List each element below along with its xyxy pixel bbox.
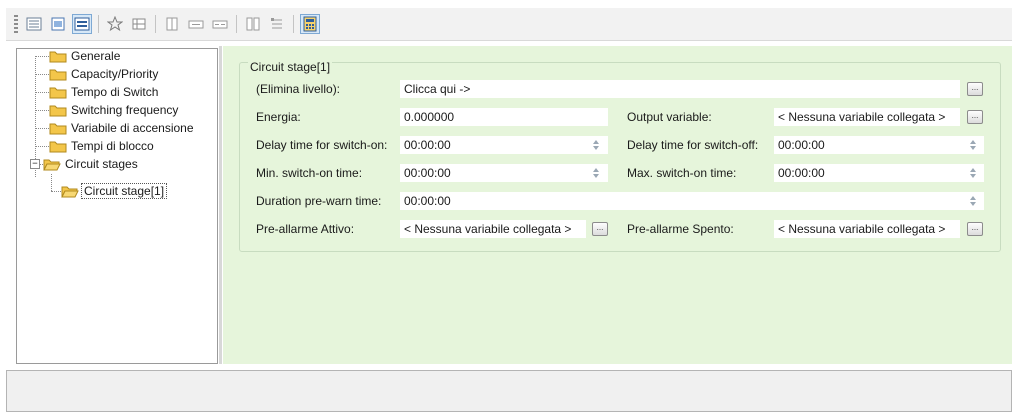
preallarme-spento-field[interactable]: < Nessuna variabile collegata > bbox=[774, 220, 960, 238]
prewarn-time-label: Duration pre-warn time: bbox=[256, 194, 382, 208]
delay-switch-on-label: Delay time for switch-on: bbox=[256, 138, 388, 152]
prewarn-time-spinner[interactable] bbox=[967, 194, 979, 208]
energia-label: Energia: bbox=[256, 110, 301, 124]
folder-open-icon bbox=[43, 159, 61, 171]
folder-icon bbox=[49, 123, 67, 135]
tree-connector bbox=[35, 92, 49, 93]
align-icon[interactable] bbox=[243, 14, 263, 34]
form-view-icon[interactable] bbox=[72, 14, 92, 34]
properties-panel: Circuit stage[1] (Elimina livello): Clic… bbox=[223, 46, 1012, 364]
status-bar bbox=[6, 370, 1012, 412]
tree-view-icon[interactable] bbox=[24, 14, 44, 34]
tree-item-variabile-di-accensione[interactable]: Variabile di accensione bbox=[49, 119, 194, 137]
tree-item-tempo-di-switch[interactable]: Tempo di Switch bbox=[49, 83, 158, 101]
tree-item-label: Variabile di accensione bbox=[71, 121, 194, 135]
preallarme-attivo-label: Pre-allarme Attivo: bbox=[256, 222, 355, 236]
toolbar-separator bbox=[155, 15, 156, 33]
tree-item-label: Circuit stage[1] bbox=[81, 183, 168, 199]
delay-switch-on-spinner[interactable] bbox=[590, 138, 602, 152]
elimina-livello-field[interactable]: Clicca qui -> bbox=[400, 80, 960, 98]
collapse-toggle[interactable]: − bbox=[30, 159, 40, 169]
elimina-livello-label: (Elimina livello): bbox=[256, 82, 341, 96]
min-switch-on-label: Min. switch-on time: bbox=[256, 166, 363, 180]
field-icon[interactable] bbox=[186, 14, 206, 34]
delay-switch-on-field[interactable]: 00:00:00 bbox=[400, 136, 608, 154]
tree-item-capacity-priority[interactable]: Capacity/Priority bbox=[49, 65, 158, 83]
tree-connector bbox=[35, 146, 49, 147]
min-switch-on-field[interactable]: 00:00:00 bbox=[400, 164, 608, 182]
tree-item-label: Switching frequency bbox=[71, 103, 179, 117]
tree-item-switching-frequency[interactable]: Switching frequency bbox=[49, 101, 178, 119]
group-title: Circuit stage[1] bbox=[248, 60, 333, 74]
star-icon[interactable] bbox=[105, 14, 125, 34]
delay-switch-off-spinner[interactable] bbox=[967, 138, 979, 152]
preallarme-attivo-browse-button[interactable]: ... bbox=[592, 222, 608, 236]
folder-icon bbox=[49, 69, 67, 81]
toolbar bbox=[6, 8, 1012, 41]
tree-item-circuit-stage-1[interactable]: Circuit stage[1] bbox=[61, 182, 168, 200]
min-switch-on-spinner[interactable] bbox=[590, 166, 602, 180]
folder-icon bbox=[49, 87, 67, 99]
calculator-icon[interactable] bbox=[300, 14, 320, 34]
output-variable-label: Output variable: bbox=[627, 110, 712, 124]
output-variable-browse-button[interactable]: ... bbox=[967, 110, 983, 124]
settings-tree: Generale Capacity/Priority Tempo di Swit… bbox=[16, 48, 218, 364]
toolbar-separator bbox=[293, 15, 294, 33]
tree-item-generale[interactable]: Generale bbox=[49, 47, 120, 65]
toolbar-separator bbox=[236, 15, 237, 33]
preallarme-spento-browse-button[interactable]: ... bbox=[967, 222, 983, 236]
output-variable-field[interactable]: < Nessuna variabile collegata > bbox=[774, 108, 960, 126]
tree-connector bbox=[51, 191, 61, 192]
delay-switch-off-field[interactable]: 00:00:00 bbox=[774, 136, 984, 154]
folder-icon bbox=[49, 105, 67, 117]
folder-icon bbox=[49, 51, 67, 63]
energia-field[interactable]: 0.000000 bbox=[400, 108, 608, 126]
toolbar-grip[interactable] bbox=[14, 15, 18, 33]
preallarme-attivo-field[interactable]: < Nessuna variabile collegata > bbox=[400, 220, 586, 238]
grid-icon[interactable] bbox=[129, 14, 149, 34]
max-switch-on-spinner[interactable] bbox=[967, 166, 979, 180]
panel-splitter[interactable] bbox=[219, 46, 222, 364]
elimina-livello-browse-button[interactable]: ... bbox=[967, 82, 983, 96]
folder-open-icon bbox=[61, 186, 79, 198]
tree-item-label: Generale bbox=[71, 49, 121, 63]
tree-item-circuit-stages[interactable]: Circuit stages bbox=[43, 155, 138, 173]
max-switch-on-label: Max. switch-on time: bbox=[627, 166, 737, 180]
folder-icon bbox=[49, 141, 67, 153]
tree-item-label: Circuit stages bbox=[65, 157, 138, 171]
tree-connector bbox=[35, 56, 49, 57]
tree-item-label: Capacity/Priority bbox=[71, 67, 159, 81]
tree-connector bbox=[51, 174, 52, 191]
tree-connector bbox=[35, 128, 49, 129]
delay-switch-off-label: Delay time for switch-off: bbox=[627, 138, 759, 152]
tree-connector bbox=[35, 110, 49, 111]
max-switch-on-field[interactable]: 00:00:00 bbox=[774, 164, 984, 182]
tree-item-tempi-di-blocco[interactable]: Tempi di blocco bbox=[49, 137, 154, 155]
field-alt-icon[interactable] bbox=[210, 14, 230, 34]
tree-item-label: Tempi di blocco bbox=[71, 139, 154, 153]
prewarn-time-field[interactable]: 00:00:00 bbox=[400, 192, 984, 210]
tree-item-label: Tempo di Switch bbox=[71, 85, 159, 99]
toolbar-separator bbox=[98, 15, 99, 33]
tree-connector bbox=[35, 74, 49, 75]
list-icon[interactable] bbox=[267, 14, 287, 34]
preallarme-spento-label: Pre-allarme Spento: bbox=[627, 222, 734, 236]
document-icon[interactable] bbox=[48, 14, 68, 34]
column-icon[interactable] bbox=[162, 14, 182, 34]
